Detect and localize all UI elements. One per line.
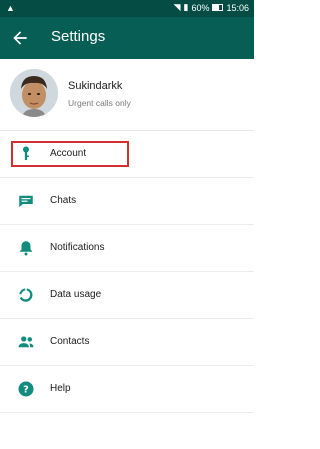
- avatar[interactable]: [10, 69, 58, 117]
- help-icon: ?: [18, 381, 34, 397]
- back-arrow-icon[interactable]: [10, 28, 30, 48]
- battery-level: 60%: [191, 2, 210, 13]
- menu-item-data-usage[interactable]: Data usage: [0, 272, 254, 319]
- svg-text:?: ?: [23, 384, 29, 395]
- page-title: Settings: [51, 28, 106, 45]
- battery-icon: [212, 4, 224, 11]
- notification-icon: ▲: [6, 3, 15, 13]
- menu-item-chats[interactable]: Chats: [0, 178, 254, 225]
- signal-icon: ▮: [183, 2, 189, 12]
- menu-item-account[interactable]: Account: [0, 131, 254, 178]
- menu-item-help[interactable]: ? Help: [0, 366, 254, 413]
- profile-section[interactable]: Sukindarkk Urgent calls only: [0, 59, 254, 131]
- data-usage-icon: [19, 288, 33, 302]
- status-bar: ▲ ◥ ▮ 60% 15:06: [0, 0, 254, 17]
- avatar-portrait-icon: [10, 69, 58, 117]
- menu-item-label: Help: [50, 383, 71, 394]
- highlight-box: [11, 141, 129, 167]
- menu-item-label: Data usage: [50, 289, 102, 300]
- profile-name: Sukindarkk: [68, 80, 123, 92]
- settings-menu: Account Chats Notifications Data usage C…: [0, 131, 254, 413]
- contacts-icon: [18, 336, 34, 348]
- menu-item-notifications[interactable]: Notifications: [0, 225, 254, 272]
- menu-item-label: Contacts: [50, 336, 90, 347]
- menu-item-label: Notifications: [50, 242, 105, 253]
- app-toolbar: Settings: [0, 17, 254, 59]
- wifi-icon: ◥: [173, 2, 181, 12]
- chat-icon: [19, 195, 33, 207]
- menu-item-label: Chats: [50, 195, 77, 206]
- profile-status: Urgent calls only: [68, 98, 131, 108]
- clock: 15:06: [226, 2, 249, 13]
- bell-icon: [20, 241, 32, 256]
- menu-item-contacts[interactable]: Contacts: [0, 319, 254, 366]
